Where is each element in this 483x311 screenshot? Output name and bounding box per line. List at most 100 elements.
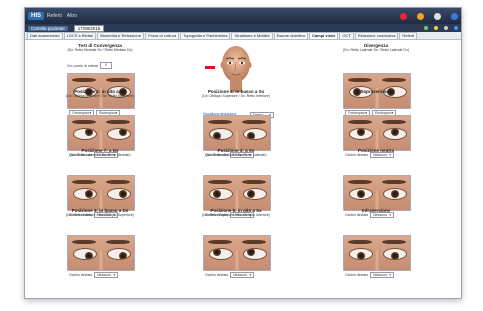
exam-cell-title: Sopraversione — [328, 89, 424, 94]
toolbar-button-3[interactable] — [444, 26, 448, 30]
menu-referti[interactable]: Referti — [47, 13, 62, 19]
settings-icon[interactable] — [434, 12, 441, 20]
eye — [209, 248, 233, 260]
tab-4[interactable]: Topografia e Pachimetria — [180, 32, 231, 39]
iris — [85, 129, 93, 136]
nose-bridge — [374, 130, 380, 150]
iris — [119, 190, 127, 198]
eyebrow — [348, 120, 372, 124]
eye — [209, 188, 233, 200]
stepper-input[interactable]: 0 — [99, 62, 112, 69]
exam-cell-title: Posizione 3: a Sx (Dx: Retto Mediale / Sx… — [188, 148, 284, 157]
cell-subtitle: (Dx: Retto Mediale Sx / Retto Mediale Dx… — [67, 48, 133, 52]
deviated-eye-select[interactable]: Nessuno ▾ — [370, 272, 395, 278]
eyebrow — [106, 78, 130, 82]
tab-5[interactable]: Strabismo e Motilità — [231, 32, 273, 39]
eye — [73, 248, 97, 260]
eyes-image — [67, 235, 135, 271]
help-icon[interactable] — [451, 12, 458, 20]
tab-9[interactable]: Relazione conclusiva — [354, 32, 399, 39]
cell-title: Infraversione — [361, 208, 391, 213]
eyes-image — [203, 175, 271, 211]
iris — [213, 249, 221, 256]
patient-record-label[interactable]: Cartella paziente — [28, 25, 68, 31]
toolbar-button-2[interactable] — [434, 26, 438, 30]
deviated-eye-select[interactable]: Nessuno ▾ — [230, 272, 255, 278]
user-icon[interactable] — [417, 12, 424, 20]
tab-0[interactable]: Dati anamnestici — [27, 32, 63, 39]
deviated-eye-select-value: Nessuno — [373, 153, 387, 157]
toolbar-button-1[interactable] — [424, 26, 428, 30]
eyes-image — [343, 115, 411, 151]
deviated-eye-select[interactable]: Nessuno ▾ — [94, 272, 119, 278]
eye — [107, 188, 131, 200]
eyebrow — [208, 120, 232, 124]
cell-title: Sopraversione — [360, 89, 392, 94]
toolbar: Cartella paziente 17/08/2015 — [25, 24, 461, 32]
iris — [391, 190, 399, 198]
deviated-eye-select-value: Nessuno — [373, 273, 387, 277]
date-select[interactable]: 17/08/2015 — [73, 24, 105, 32]
nose-bridge — [98, 130, 104, 150]
cell-subtitle: (Dx: Retto Laterale / Sx: Retto Mediale) — [69, 153, 131, 157]
iris — [357, 129, 365, 136]
eye — [243, 128, 267, 140]
break-point-stepper[interactable]: Cm: punto di rottura 0 — [67, 62, 112, 69]
alert-icon[interactable] — [400, 12, 407, 20]
eyes-image — [203, 115, 271, 151]
tab-6[interactable]: Esame obiettivo — [273, 32, 309, 39]
iris — [391, 252, 399, 259]
eyebrow — [72, 240, 96, 244]
tab-1[interactable]: LOCS e Blefari — [63, 32, 97, 39]
eyebrow — [382, 78, 406, 82]
eyes-image — [67, 115, 135, 151]
iris — [247, 132, 255, 139]
tab-2[interactable]: Biometria e Refrazione — [97, 32, 144, 39]
menu-altro[interactable]: Altro — [67, 13, 77, 19]
cell-title: Posizione neutra — [357, 148, 394, 153]
deviated-eye-label: Occhio deviato — [205, 273, 229, 277]
cell-subtitle: (Dx: Retto Mediale / Sx: Retto Laterale) — [205, 153, 267, 157]
eyebrow — [382, 120, 406, 124]
iris — [213, 190, 221, 198]
eye — [73, 188, 97, 200]
cell-subtitle: (Dx: Retto Inferiore / Sx: Obliquo Super… — [66, 213, 134, 217]
iris — [247, 249, 255, 256]
iris — [247, 190, 255, 198]
tab-3[interactable]: Prova di Lettura — [144, 32, 180, 39]
content-area: Visualizza deviazione Destro▾ Cm: punto … — [25, 40, 461, 298]
eyes-image — [343, 235, 411, 271]
iris — [213, 132, 221, 139]
cell-subtitle: (Dx: Retto Laterale Sx / Retto Laterale … — [343, 48, 409, 52]
eyebrow — [348, 240, 372, 244]
exam-cell-title: Posizione 6: in alto a Sx (Dx: Retto Supe… — [188, 208, 284, 217]
eyebrow — [382, 240, 406, 244]
deviated-eye-select-value: Nessuno — [233, 273, 247, 277]
tab-8[interactable]: OCT — [339, 32, 354, 39]
title-bar: HIS Referti Altro — [25, 8, 461, 24]
toolbar-button-4[interactable] — [454, 26, 458, 30]
exam-cell-title: Posizione 3: in basso a Dx (Dx: Retto Inf… — [52, 208, 148, 217]
nose-bridge — [374, 190, 380, 210]
deviated-eye-control: Occhio deviato Nessuno ▾ — [69, 272, 119, 278]
stepper-label: Cm: punto di rottura — [67, 63, 98, 68]
eye — [349, 128, 373, 140]
iris — [85, 190, 93, 198]
nose-bridge — [98, 250, 104, 270]
deviated-eye-select-value: Nessuno — [97, 273, 111, 277]
deviated-eye-select-value: Nessuno — [373, 213, 387, 217]
direction-marker-icon — [205, 66, 215, 69]
eye — [243, 248, 267, 260]
eye — [383, 128, 407, 140]
head-3d-model — [205, 42, 261, 94]
tab-7[interactable]: Campi visivi — [309, 32, 339, 39]
nose-bridge — [98, 190, 104, 210]
eyebrow — [382, 180, 406, 184]
eye — [243, 188, 267, 200]
nose-bridge — [234, 250, 240, 270]
eye — [383, 188, 407, 200]
eyebrow — [106, 120, 130, 124]
eyes-image — [67, 175, 135, 211]
eye — [349, 248, 373, 260]
tab-10[interactable]: Referti — [399, 32, 418, 39]
